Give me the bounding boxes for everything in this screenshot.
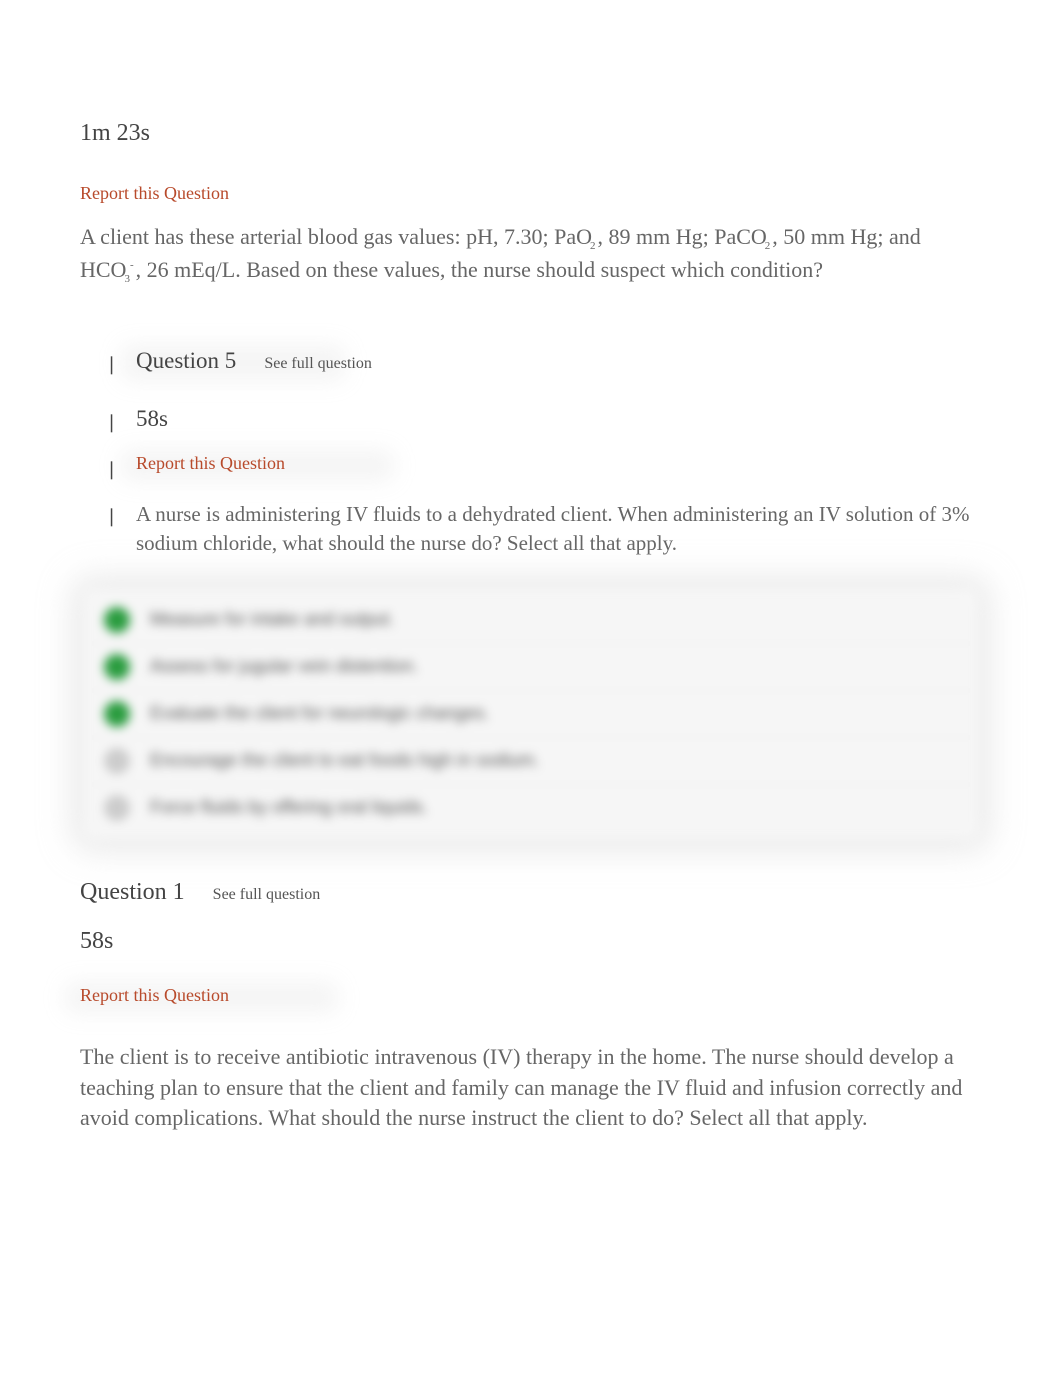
answer-option[interactable]: Assess for jugular vein distention.: [90, 644, 972, 691]
answer-text: Assess for jugular vein distention.: [150, 656, 418, 677]
check-icon: [104, 701, 130, 727]
report-question-5-link[interactable]: Report this Question: [136, 453, 285, 474]
question-4-block: 1m 23s Report this Question A client has…: [80, 120, 982, 288]
question-4-text: A client has these arterial blood gas va…: [80, 222, 982, 288]
question-1-block: Question 1 See full question 58s Report …: [80, 879, 982, 1134]
unchecked-icon: [104, 748, 130, 774]
bullet-icon: ❘: [104, 406, 118, 435]
question-1-title: Question 1: [80, 879, 185, 906]
bullet-icon: ❘: [104, 500, 118, 529]
check-icon: [104, 654, 130, 680]
see-full-question-5[interactable]: See full question: [264, 355, 372, 373]
answer-text: Evaluate the client for neurologic chang…: [150, 703, 489, 724]
unchecked-icon: [104, 795, 130, 821]
answer-option[interactable]: Measure for intake and output.: [90, 597, 972, 644]
question-5-answers-blurred: Measure for intake and output. Assess fo…: [84, 589, 978, 839]
question-1-text: The client is to receive antibiotic intr…: [80, 1042, 982, 1134]
question-1-timer: 58s: [80, 928, 982, 955]
answer-option[interactable]: Evaluate the client for neurologic chang…: [90, 691, 972, 738]
bullet-icon: ❘: [104, 348, 118, 377]
report-question-1-link[interactable]: Report this Question: [80, 985, 229, 1006]
bullet-icon: ❘: [104, 453, 118, 482]
answer-option[interactable]: Encourage the client to eat foods high i…: [90, 738, 972, 785]
question-4-timer: 1m 23s: [80, 120, 982, 147]
answer-text: Force fluids by offering oral liquids.: [150, 797, 428, 818]
check-icon: [104, 607, 130, 633]
report-question-4-link[interactable]: Report this Question: [80, 183, 982, 204]
answer-option[interactable]: Force fluids by offering oral liquids.: [90, 785, 972, 831]
question-5-title: Question 5: [136, 348, 236, 374]
see-full-question-1[interactable]: See full question: [213, 886, 321, 904]
answer-text: Encourage the client to eat foods high i…: [150, 750, 539, 771]
answer-text: Measure for intake and output.: [150, 609, 394, 630]
question-5-timer: 58s: [136, 406, 168, 431]
question-5-text: A nurse is administering IV fluids to a …: [136, 500, 982, 559]
question-5-block: ❘ Question 5 See full question ❘ 58s ❘ R…: [80, 348, 982, 559]
